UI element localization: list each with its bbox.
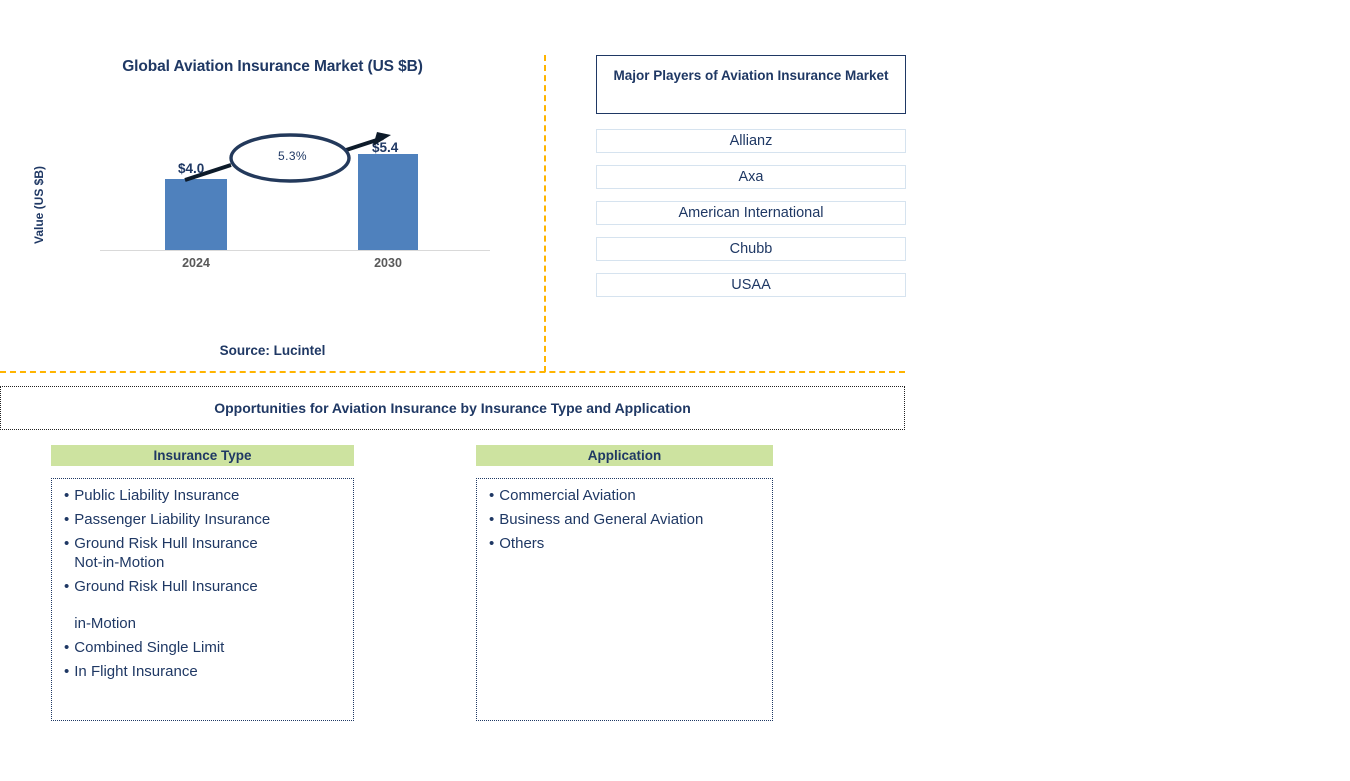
vertical-divider (544, 55, 546, 372)
application-list: • Commercial Aviation • Business and Gen… (476, 478, 773, 721)
bullet-icon: • (64, 510, 70, 528)
list-item: • Combined Single Limit (64, 639, 343, 658)
player-row: Chubb (596, 237, 906, 261)
bullet-icon: • (489, 510, 495, 528)
list-item-label: In Flight Insurance (74, 663, 198, 681)
list-item: • Commercial Aviation (489, 487, 762, 506)
list-item-label: Ground Risk Hull Insurance Not-in-Motion (74, 534, 258, 571)
list-item: • In Flight Insurance (64, 663, 343, 682)
list-item: • Public Liability Insurance (64, 487, 343, 506)
bullet-icon: • (64, 534, 70, 552)
opportunities-banner-text: Opportunities for Aviation Insurance by … (214, 400, 691, 416)
bullet-icon: • (64, 577, 70, 595)
player-row: Axa (596, 165, 906, 189)
market-chart-panel: Global Aviation Insurance Market (US $B)… (0, 40, 545, 375)
x-tick-2024: 2024 (182, 256, 210, 270)
source-note: Source: Lucintel (219, 343, 326, 358)
list-item-label: Combined Single Limit (74, 639, 225, 657)
y-axis-label: Value (US $B) (32, 165, 46, 245)
chart-title: Global Aviation Insurance Market (US $B) (122, 58, 423, 75)
major-players-header: Major Players of Aviation Insurance Mark… (596, 55, 906, 114)
list-item: • Ground Risk Hull Insurance in-Motion (64, 578, 343, 635)
chart-axis-line (100, 250, 490, 251)
insurance-type-header: Insurance Type (51, 445, 354, 466)
list-item-label: Business and General Aviation (499, 510, 704, 528)
horizontal-divider (0, 371, 905, 373)
list-item: • Ground Risk Hull Insurance Not-in-Moti… (64, 535, 343, 573)
list-item-label: Passenger Liability Insurance (74, 510, 271, 528)
x-tick-2030: 2030 (374, 256, 402, 270)
list-item: • Business and General Aviation (489, 511, 762, 530)
list-item-label: Others (499, 534, 545, 552)
bullet-icon: • (489, 534, 495, 552)
major-players-list: Allianz Axa American International Chubb… (596, 129, 906, 297)
bullet-icon: • (64, 487, 70, 504)
bullet-icon: • (489, 487, 495, 504)
bullet-icon: • (64, 639, 70, 657)
cagr-arrow-head (373, 132, 391, 146)
list-item-label: Public Liability Insurance (74, 487, 240, 504)
opportunities-banner: Opportunities for Aviation Insurance by … (0, 386, 905, 430)
list-item: • Passenger Liability Insurance (64, 511, 343, 530)
player-row: Allianz (596, 129, 906, 153)
cagr-value: 5.3% (278, 149, 307, 163)
list-item-label: Commercial Aviation (499, 487, 636, 504)
application-header: Application (476, 445, 773, 466)
list-item: • Others (489, 535, 762, 554)
insurance-type-list: • Public Liability Insurance • Passenger… (51, 478, 354, 721)
player-row: American International (596, 201, 906, 225)
bullet-icon: • (64, 663, 70, 681)
player-row: USAA (596, 273, 906, 297)
major-players-panel: Major Players of Aviation Insurance Mark… (596, 55, 906, 297)
infographic-canvas: Global Aviation Insurance Market (US $B)… (0, 0, 1350, 781)
list-item-label: Ground Risk Hull Insurance in-Motion (74, 577, 258, 633)
cagr-annotation (184, 132, 391, 183)
